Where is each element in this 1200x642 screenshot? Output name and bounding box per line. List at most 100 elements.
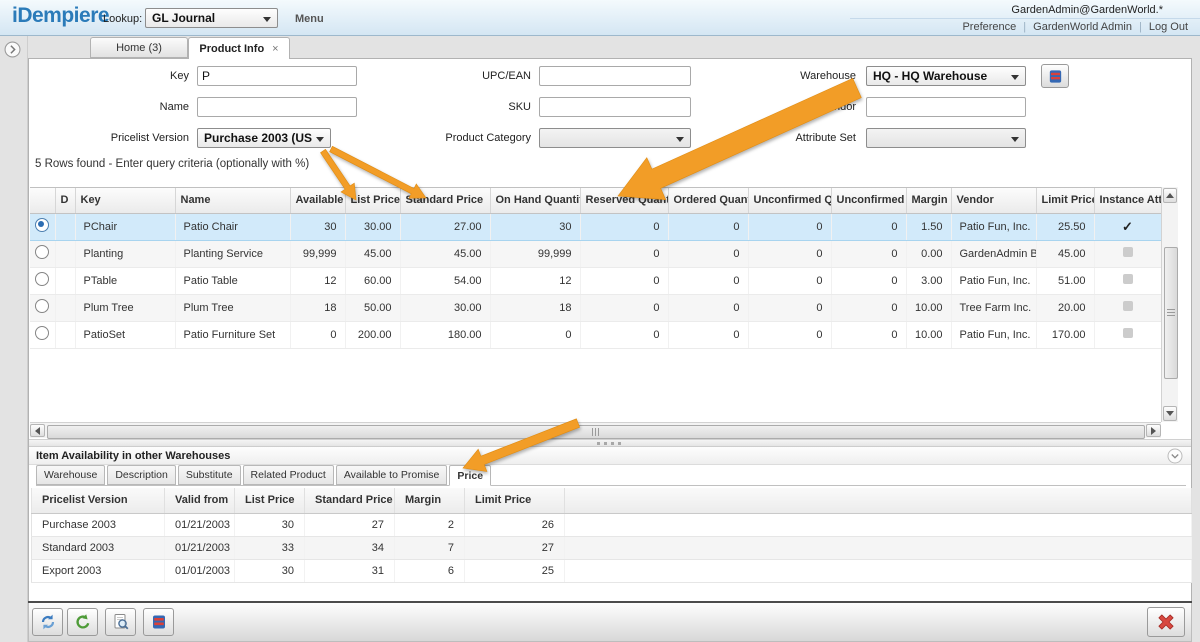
column-header[interactable]: Margin [906, 188, 951, 213]
row-select-radio[interactable] [35, 218, 49, 232]
close-tab-icon[interactable]: × [272, 43, 278, 55]
cell-unconfirmed_mo: 0 [831, 267, 906, 294]
horizontal-scroll-thumb[interactable] [47, 425, 1145, 439]
column-header[interactable]: Instance Attrib [1094, 188, 1161, 213]
column-header[interactable]: List Price [235, 488, 305, 513]
arrow-right-icon [1151, 427, 1156, 435]
table-row[interactable]: PChairPatio Chair3030.0027.003000001.50P… [30, 213, 1161, 240]
scroll-down-button[interactable] [1163, 406, 1177, 421]
sku-input[interactable] [539, 97, 691, 117]
availability-tab-description[interactable]: Description [107, 465, 176, 485]
column-header[interactable]: Valid from [165, 488, 235, 513]
vertical-scroll-thumb[interactable] [1164, 247, 1178, 379]
expand-sidebar-button[interactable] [4, 41, 21, 58]
column-header[interactable]: Standard Price [305, 488, 395, 513]
name-input[interactable] [197, 97, 357, 117]
reset-button[interactable] [67, 608, 98, 636]
table-row[interactable]: PatioSetPatio Furniture Set0200.00180.00… [30, 321, 1161, 348]
row-select-radio[interactable] [35, 299, 49, 313]
tab-product-info[interactable]: Product Info × [188, 37, 290, 59]
top-header: iDempiere Lookup: GL Journal Menu Garden… [0, 0, 1200, 36]
vendor-label: Vendor [736, 101, 856, 113]
attribute-set-select[interactable] [866, 128, 1026, 148]
column-header[interactable]: Unconfirmed Qty [748, 188, 831, 213]
availability-tab-warehouse[interactable]: Warehouse [36, 465, 105, 485]
key-input[interactable] [197, 66, 357, 86]
column-header[interactable]: Unconfirmed Mo [831, 188, 906, 213]
filler-cell [565, 559, 1192, 582]
pricelist-version-select[interactable]: Purchase 2003 (USD) [197, 128, 331, 148]
cell-list_price: 60.00 [345, 267, 400, 294]
column-header[interactable]: On Hand Quantity [490, 188, 580, 213]
column-header[interactable]: Key [75, 188, 175, 213]
column-header[interactable]: Reserved Quantit [580, 188, 668, 213]
header-link[interactable]: Preference [958, 21, 1020, 33]
column-header[interactable] [30, 188, 55, 213]
column-header[interactable]: Margin [395, 488, 465, 513]
scroll-left-button[interactable] [30, 424, 45, 437]
availability-tab-related-product[interactable]: Related Product [243, 465, 334, 485]
column-header[interactable]: Ordered Quantity [668, 188, 748, 213]
scroll-up-button[interactable] [1163, 188, 1177, 203]
column-header[interactable]: List Price [345, 188, 400, 213]
cell-vendor: Tree Farm Inc. [951, 294, 1036, 321]
chevron-down-icon [1167, 448, 1183, 464]
header-divider [850, 18, 1200, 19]
availability-tab-substitute[interactable]: Substitute [178, 465, 241, 485]
price-table: Pricelist VersionValid fromList PriceSta… [31, 488, 1192, 583]
zoom-button[interactable] [105, 608, 136, 636]
price-cell: Export 2003 [32, 559, 165, 582]
table-row[interactable]: Purchase 200301/21/20033027226 [32, 513, 1192, 536]
header-link[interactable]: Log Out [1145, 21, 1192, 33]
table-row[interactable]: Export 200301/01/20033031625 [32, 559, 1192, 582]
table-row[interactable]: Standard 200301/21/20033334727 [32, 536, 1192, 559]
checkmark-icon: ✓ [1122, 219, 1133, 234]
column-header[interactable]: Limit Price [1036, 188, 1094, 213]
lookup-combobox[interactable]: GL Journal [145, 8, 278, 28]
cell-vendor: Patio Fun, Inc. [951, 321, 1036, 348]
price-header-row: Pricelist VersionValid fromList PriceSta… [32, 488, 1192, 513]
table-row[interactable]: PlantingPlanting Service99,99945.0045.00… [30, 240, 1161, 267]
product-attribute-button[interactable] [1041, 64, 1069, 88]
lookup-label: Lookup: [103, 13, 142, 25]
horizontal-scrollbar[interactable] [30, 422, 1161, 438]
user-info: GardenAdmin@GardenWorld.* [1011, 4, 1163, 16]
column-header[interactable]: Standard Price [400, 188, 490, 213]
column-header[interactable]: Limit Price [465, 488, 565, 513]
row-select-radio[interactable] [35, 326, 49, 340]
availability-tab-price[interactable]: Price [449, 465, 491, 486]
tab-home[interactable]: Home (3) [90, 37, 188, 58]
row-select-radio[interactable] [35, 245, 49, 259]
price-cell: 30 [235, 559, 305, 582]
table-row[interactable]: Plum TreePlum Tree1850.0030.0018000010.0… [30, 294, 1161, 321]
cell-on_hand: 99,999 [490, 240, 580, 267]
vertical-scrollbar[interactable] [1161, 187, 1178, 422]
column-header[interactable]: D [55, 188, 75, 213]
checkbox-unchecked-icon [1123, 247, 1133, 257]
column-header[interactable]: Name [175, 188, 290, 213]
cell-key: Plum Tree [75, 294, 175, 321]
column-header[interactable]: Pricelist Version [32, 488, 165, 513]
column-header[interactable]: Vendor [951, 188, 1036, 213]
collapse-panel-button[interactable] [1167, 448, 1183, 464]
upc-input[interactable] [539, 66, 691, 86]
refresh-button[interactable] [32, 608, 63, 636]
cancel-button[interactable] [1147, 607, 1185, 637]
cell-vendor: Patio Fun, Inc. [951, 267, 1036, 294]
table-row[interactable]: PTablePatio Table1260.0054.001200003.00P… [30, 267, 1161, 294]
cell-unconfirmed_mo: 0 [831, 294, 906, 321]
cell-standard_price: 54.00 [400, 267, 490, 294]
column-header[interactable]: Available [290, 188, 345, 213]
product-button[interactable] [143, 608, 174, 636]
warehouse-select[interactable]: HQ - HQ Warehouse [866, 66, 1026, 86]
product-category-select[interactable] [539, 128, 691, 148]
header-link[interactable]: GardenWorld Admin [1029, 21, 1136, 33]
row-select-radio[interactable] [35, 272, 49, 286]
panel-splitter[interactable] [29, 439, 1191, 447]
menu-button[interactable]: Menu [295, 13, 324, 25]
scroll-right-button[interactable] [1146, 424, 1161, 437]
vendor-input[interactable] [866, 97, 1026, 117]
availability-tab-available-to-promise[interactable]: Available to Promise [336, 465, 448, 485]
attribute-set-label: Attribute Set [736, 132, 856, 144]
discontinued-cell [55, 294, 75, 321]
